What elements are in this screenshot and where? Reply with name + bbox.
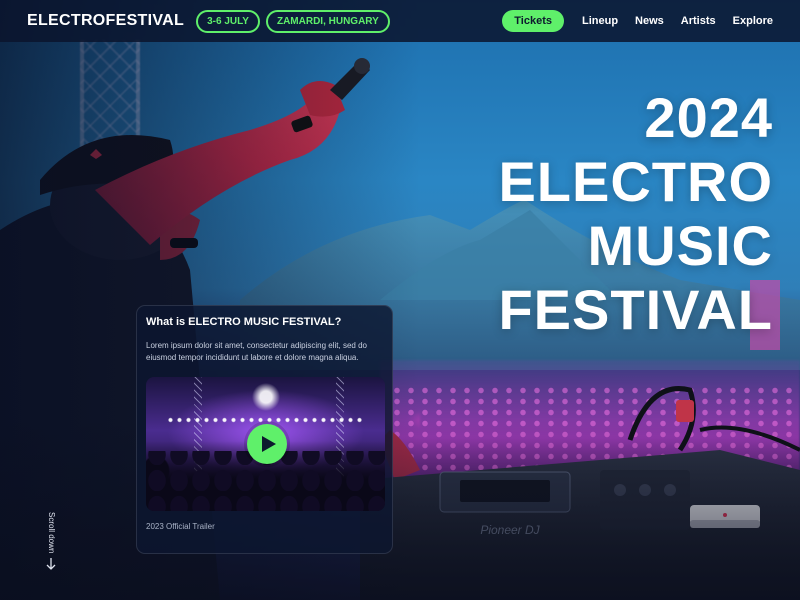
video-caption: 2023 Official Trailer xyxy=(146,522,215,531)
hero-title-line: MUSIC xyxy=(587,214,773,277)
location-badge: ZAMARDI, HUNGARY xyxy=(265,9,390,33)
scroll-down-label: Scroll down xyxy=(47,512,56,554)
nav-menu: Tickets Lineup News Artists Explore xyxy=(502,10,773,32)
card-description: Lorem ipsum dolor sit amet, consectetur … xyxy=(146,341,367,362)
card-title: What is ELECTRO MUSIC FESTIVAL? xyxy=(146,316,342,328)
nav-link-lineup[interactable]: Lineup xyxy=(582,15,618,27)
bottom-shade xyxy=(0,420,800,600)
play-icon xyxy=(261,436,276,452)
top-navbar: ELECTROFESTIVAL 3-6 JULY ZAMARDI, HUNGAR… xyxy=(0,0,800,42)
site-logo[interactable]: ELECTROFESTIVAL xyxy=(27,12,184,30)
hero-title-line: ELECTRO xyxy=(498,150,773,213)
arrow-down-icon xyxy=(46,558,56,570)
nav-link-artists[interactable]: Artists xyxy=(681,15,716,27)
nav-link-news[interactable]: News xyxy=(635,15,664,27)
about-card: What is ELECTRO MUSIC FESTIVAL? Lorem ip… xyxy=(136,305,393,554)
date-badge: 3-6 JULY xyxy=(196,9,260,33)
trailer-video-thumbnail[interactable] xyxy=(146,377,385,511)
tickets-button[interactable]: Tickets xyxy=(502,10,564,32)
play-button[interactable] xyxy=(247,424,287,464)
scroll-down-indicator[interactable]: Scroll down xyxy=(44,512,58,572)
hero-title: 2024 ELECTRO MUSIC FESTIVAL xyxy=(498,86,773,342)
nav-link-explore[interactable]: Explore xyxy=(733,15,773,27)
hero-title-line: 2024 xyxy=(644,86,773,149)
hero-title-line: FESTIVAL xyxy=(498,278,773,341)
